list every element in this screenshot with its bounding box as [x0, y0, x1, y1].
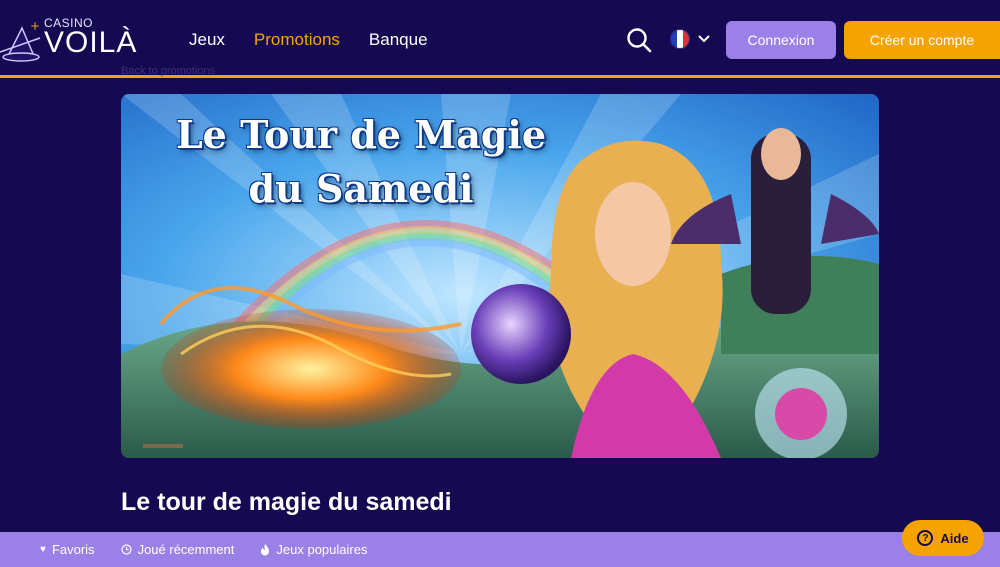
chevron-down-icon: [698, 35, 710, 43]
search-icon[interactable]: [626, 27, 652, 53]
help-label: Aide: [940, 530, 969, 546]
recently-played-button[interactable]: Joué récemment: [120, 542, 235, 557]
fire-icon: [261, 543, 270, 555]
nav-jeux[interactable]: Jeux: [189, 30, 225, 50]
banner-title: Le Tour de Magie du Samedi: [121, 108, 601, 216]
logo-big-text: VOILÀ: [44, 26, 138, 59]
heart-icon: ♥: [40, 544, 46, 555]
svg-text:+: +: [30, 19, 40, 33]
back-to-promotions-link[interactable]: Back to promotions: [121, 65, 215, 77]
popular-games-button[interactable]: Jeux populaires: [260, 542, 367, 557]
signup-button[interactable]: Créer un compte: [844, 21, 1000, 59]
clock-icon: [120, 544, 132, 555]
page-title: Le tour de magie du samedi: [121, 488, 452, 516]
nav-promotions[interactable]: Promotions: [254, 30, 340, 50]
login-button[interactable]: Connexion: [726, 21, 836, 59]
french-flag-icon: [670, 29, 690, 49]
main-nav: Jeux Promotions Banque: [189, 30, 428, 50]
nav-banque[interactable]: Banque: [369, 30, 428, 50]
recently-played-label: Joué récemment: [137, 542, 235, 557]
banner-title-line2: du Samedi: [248, 166, 474, 211]
help-button[interactable]: ? Aide: [902, 520, 984, 556]
language-selector[interactable]: [670, 29, 710, 49]
bottom-quick-bar: ♥ Favoris Joué récemment Jeux populaires: [0, 532, 1000, 567]
magic-hat-icon: +: [0, 19, 41, 62]
favorites-label: Favoris: [51, 542, 95, 557]
question-icon: ?: [917, 530, 934, 546]
promotion-banner: Le Tour de Magie du Samedi: [121, 94, 879, 458]
popular-games-label: Jeux populaires: [276, 542, 368, 557]
banner-title-line1: Le Tour de Magie: [175, 112, 547, 157]
casino-voila-logo[interactable]: + CASINO VOILÀ: [0, 14, 145, 64]
favorites-button[interactable]: ♥ Favoris: [40, 542, 95, 557]
